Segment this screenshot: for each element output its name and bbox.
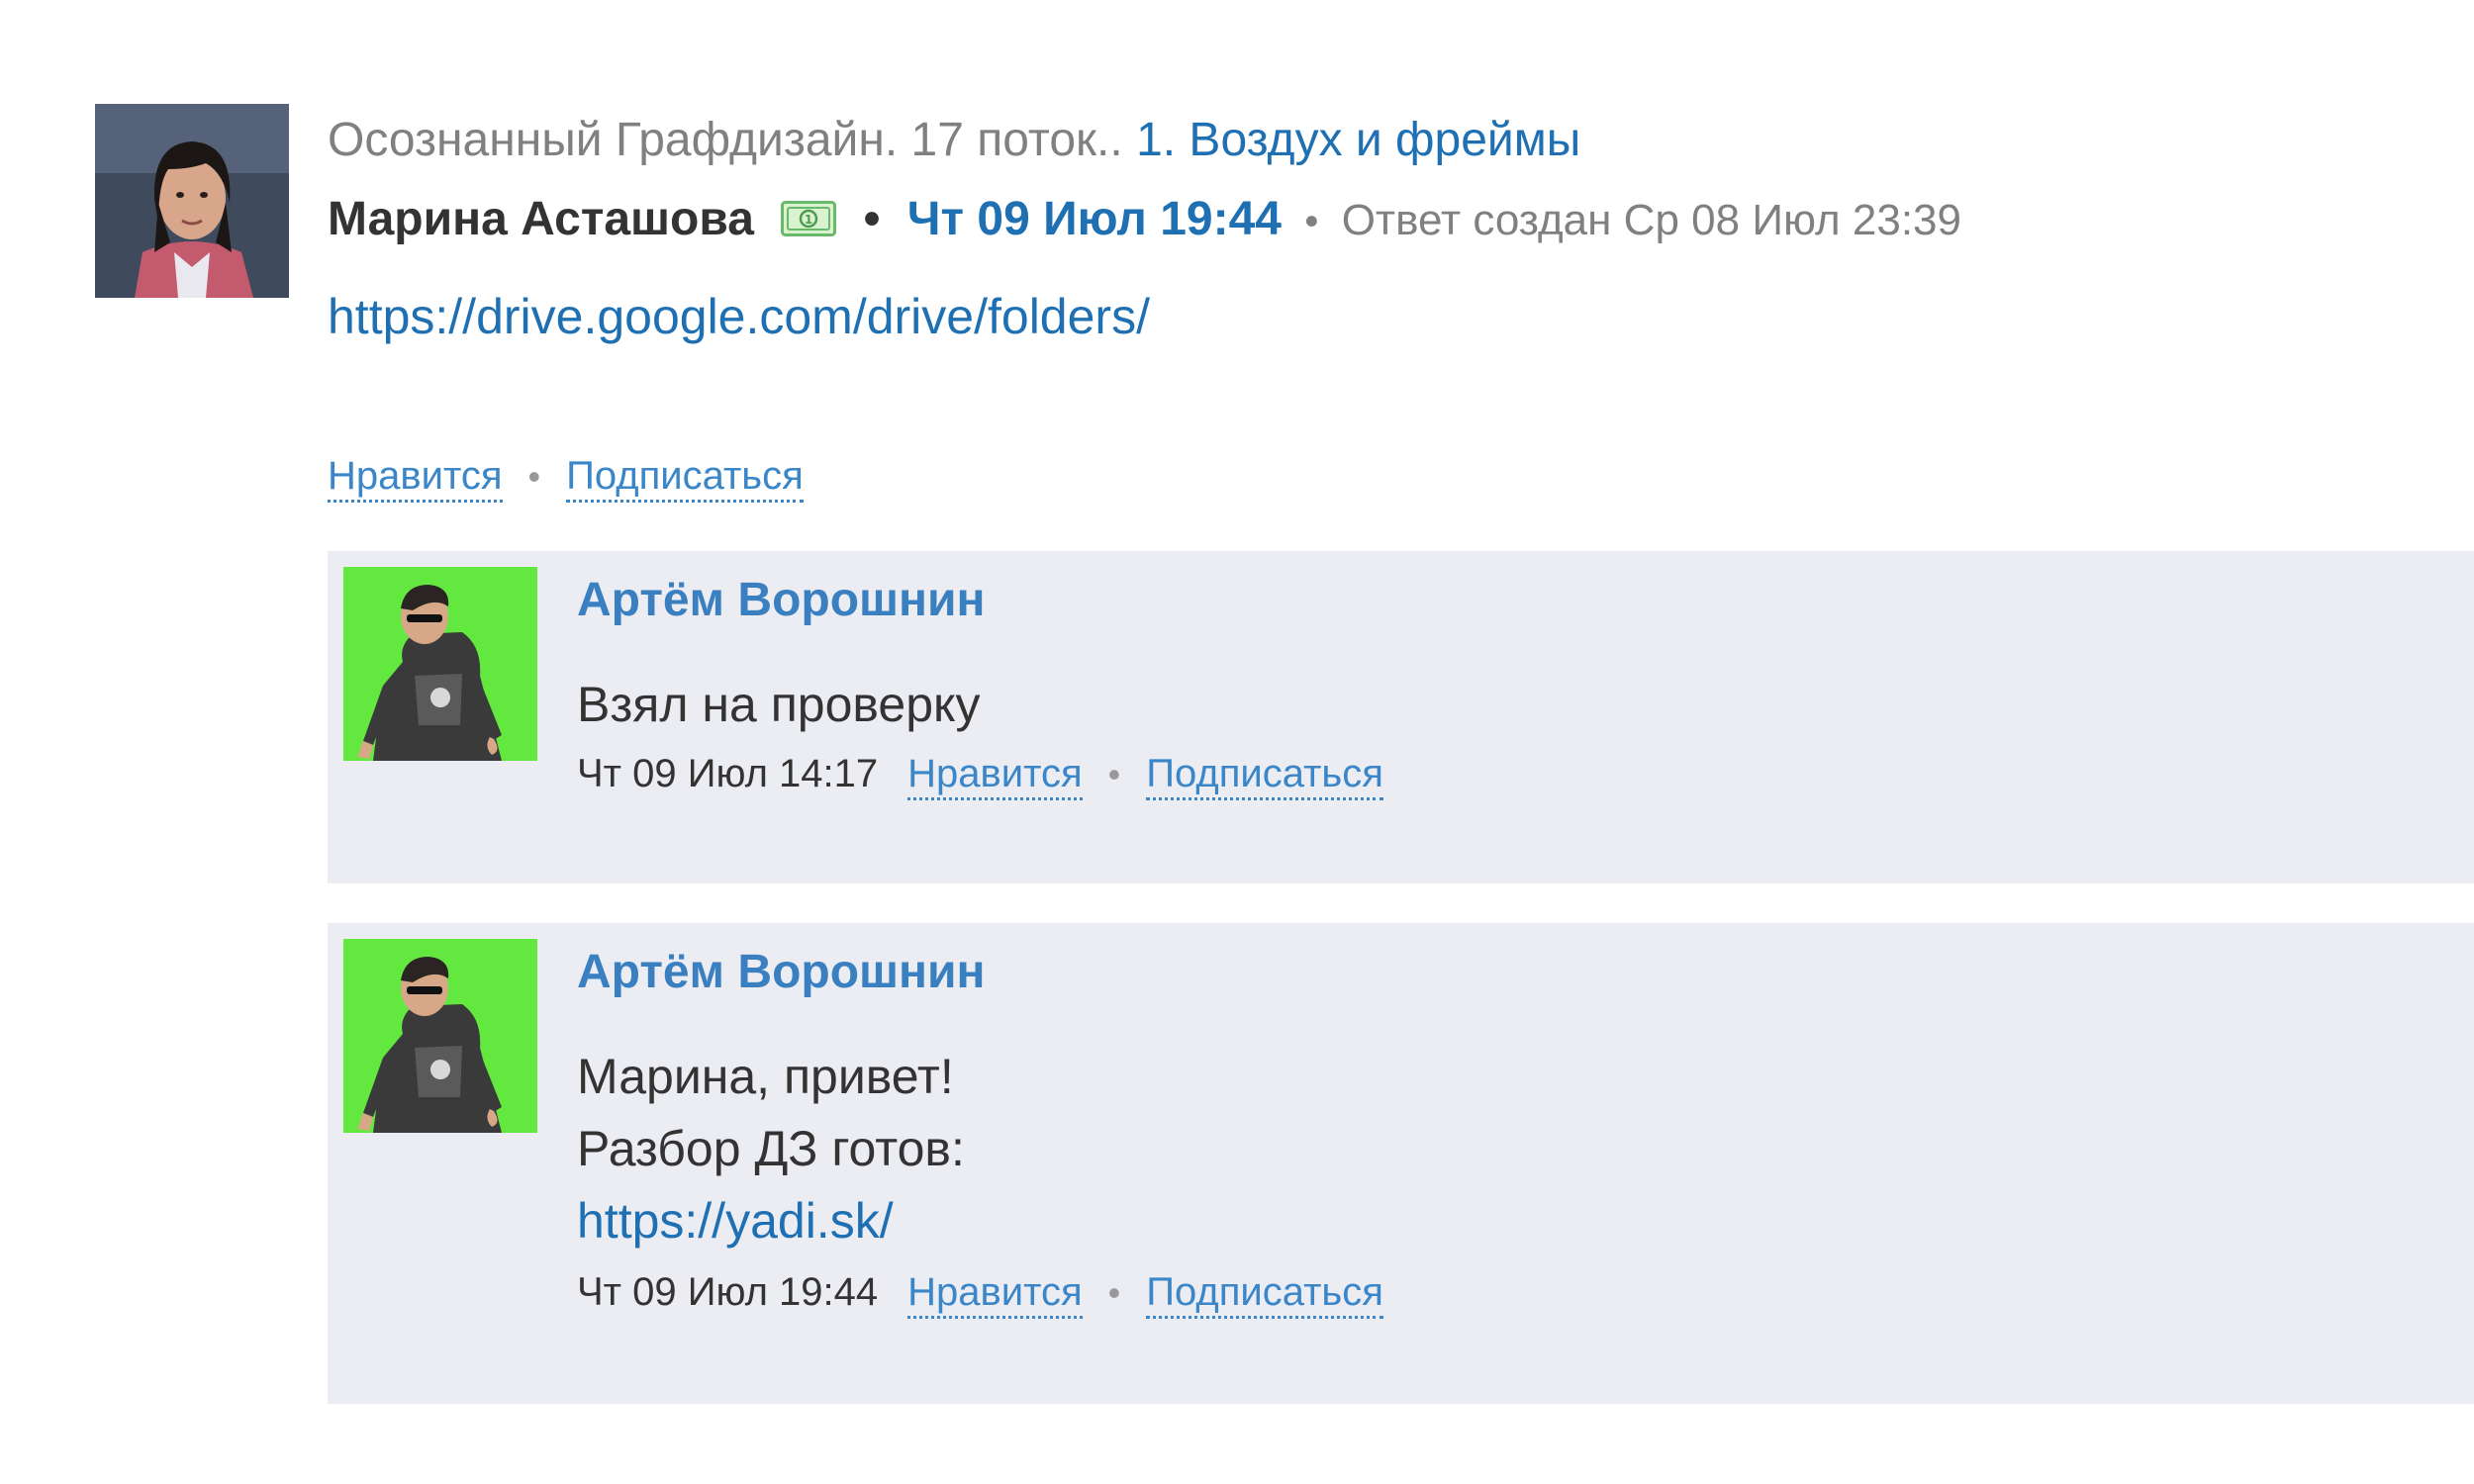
money-badge-icon: 1 xyxy=(781,192,837,236)
comment-text: Взял на проверку xyxy=(577,669,980,741)
meta-separator: • xyxy=(863,193,881,245)
comment-subscribe-button[interactable]: Подписаться xyxy=(1146,752,1383,800)
post-author-name: Марина Асташова xyxy=(328,193,754,245)
meta-separator-small: • xyxy=(1304,200,1319,243)
comment-line: Разбор ДЗ готов: xyxy=(577,1121,965,1176)
comment-timestamp: Чт 09 Июл 19:44 xyxy=(577,1270,879,1314)
comment-author-name[interactable]: Артём Ворошнин xyxy=(577,571,986,630)
comment-yadisk-link[interactable]: https://yadi.sk/ xyxy=(577,1185,965,1257)
comment-subscribe-button[interactable]: Подписаться xyxy=(1146,1270,1383,1319)
post-subscribe-button[interactable]: Подписаться xyxy=(566,454,804,503)
post-breadcrumb: Осознанный Графдизайн. 17 поток.. 1. Воз… xyxy=(328,111,1580,170)
comment-footer: Чт 09 Июл 14:17 Нравится • Подписаться xyxy=(577,749,1383,800)
comment-timestamp: Чт 09 Июл 14:17 xyxy=(577,752,879,795)
comment-line: Взял на проверку xyxy=(577,677,981,732)
svg-text:1: 1 xyxy=(805,213,812,227)
action-separator: • xyxy=(1107,1272,1121,1313)
action-separator: • xyxy=(1107,754,1121,794)
comment-item: Артём Ворошнин Марина, привет! Разбор ДЗ… xyxy=(328,923,2474,1404)
post-date-link[interactable]: Чт 09 Июл 19:44 xyxy=(907,193,1282,245)
post-author-avatar[interactable] xyxy=(95,104,289,298)
created-label: Ответ создан Ср 08 Июл 23:39 xyxy=(1341,196,1961,244)
comment-author-name[interactable]: Артём Ворошнин xyxy=(577,943,986,1002)
post-meta: Марина Асташова 1 • Чт 09 Июл 19:44 • От… xyxy=(328,190,1961,251)
comment-like-button[interactable]: Нравится xyxy=(907,752,1083,800)
lesson-link[interactable]: 1. Воздух и фреймы xyxy=(1136,114,1580,166)
post-drive-link[interactable]: https://drive.google.com/drive/folders/ xyxy=(328,287,1150,346)
comment-text: Марина, привет! Разбор ДЗ готов: https:/… xyxy=(577,1041,965,1257)
action-separator: • xyxy=(527,456,541,497)
post-like-button[interactable]: Нравится xyxy=(328,454,503,503)
comment-item: Артём Ворошнин Взял на проверку Чт 09 Ию… xyxy=(328,551,2474,883)
comment-author-avatar[interactable] xyxy=(343,939,537,1133)
comment-line: Марина, привет! xyxy=(577,1049,954,1104)
comment-footer: Чт 09 Июл 19:44 Нравится • Подписаться xyxy=(577,1267,1383,1319)
course-title: Осознанный Графдизайн. 17 поток.. xyxy=(328,114,1137,166)
comment-like-button[interactable]: Нравится xyxy=(907,1270,1083,1319)
post-actions: Нравится • Подписаться xyxy=(328,451,804,503)
comment-author-avatar[interactable] xyxy=(343,567,537,761)
